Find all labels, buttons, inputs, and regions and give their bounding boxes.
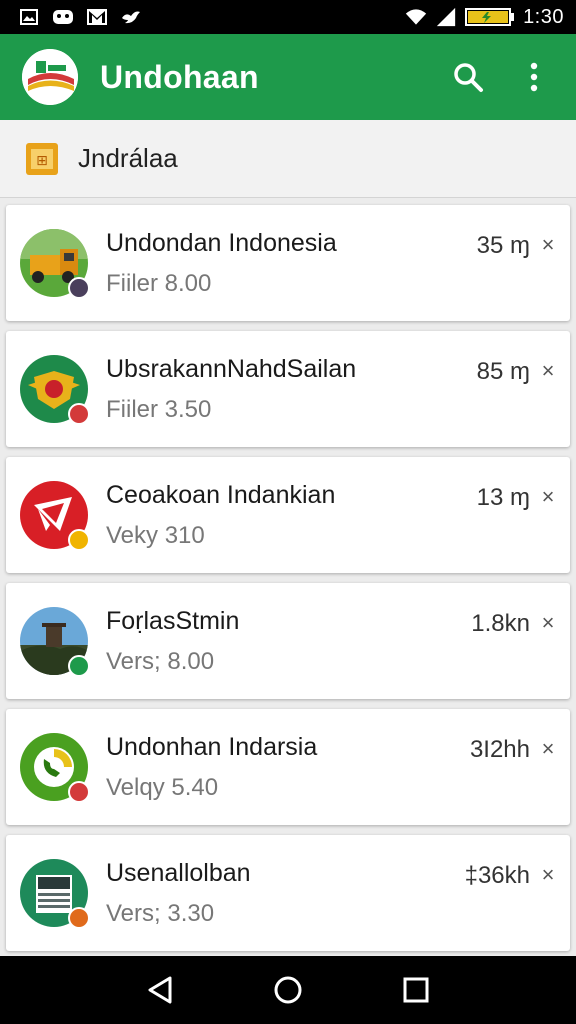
app-version: Vers; 3.30: [106, 899, 215, 927]
app-icon: [20, 859, 90, 929]
more-vert-icon[interactable]: [516, 59, 552, 95]
app-icon: [20, 733, 90, 803]
app-bar: Undohaan: [0, 34, 576, 120]
bird-icon: [120, 8, 142, 26]
app-title: Undohaan: [100, 58, 259, 95]
list-item[interactable]: FoṛlasStmin Vers; 8.00 1.8kn ×: [6, 583, 570, 699]
status-bar: 1:30: [0, 0, 576, 34]
close-icon[interactable]: ×: [538, 360, 558, 382]
close-icon[interactable]: ×: [538, 234, 558, 256]
app-size: 3I2hh: [469, 736, 530, 763]
status-badge: [68, 655, 90, 677]
app-version: Vers; 8.00: [106, 647, 215, 675]
clock: 1:30: [523, 5, 564, 28]
status-badge: [68, 277, 90, 299]
app-icon: [20, 229, 90, 299]
signal-icon: [435, 7, 457, 27]
app-list: Undondan Indonesia Fiiler 8.00 35 ɱ × Ub…: [6, 205, 570, 961]
app-icon: [20, 607, 90, 677]
status-badge: [68, 781, 90, 803]
close-icon[interactable]: ×: [538, 612, 558, 634]
battery-icon: [465, 8, 515, 26]
app-size: ‡36kh: [464, 862, 530, 889]
close-icon[interactable]: ×: [538, 738, 558, 760]
app-size: 13 ɱ: [476, 484, 530, 511]
app-size: 1.8kn: [471, 610, 530, 637]
status-badge: [68, 907, 90, 929]
app-logo[interactable]: [22, 49, 78, 105]
recents-icon[interactable]: [394, 968, 438, 1012]
app-version: Fiiler 3.50: [106, 395, 212, 423]
status-badge: [68, 529, 90, 551]
breadcrumb-label: Jndrálaa: [78, 143, 178, 173]
search-icon[interactable]: [450, 59, 486, 95]
breadcrumb[interactable]: ⊞ Jndrálaa: [0, 120, 576, 198]
game-icon: [52, 8, 74, 26]
gmail-icon: [86, 8, 108, 26]
close-icon[interactable]: ×: [538, 864, 558, 886]
list-item[interactable]: Undonhan Indarsia Velqy 5.40 3I2hh ×: [6, 709, 570, 825]
list-item[interactable]: Ceoakoan Indankian Veky 310 13 ɱ ×: [6, 457, 570, 573]
app-version: Veky 310: [106, 521, 205, 549]
app-icon: [20, 481, 90, 551]
app-size: 85 ɱ: [476, 358, 530, 385]
home-icon[interactable]: [266, 968, 310, 1012]
app-icon: [20, 355, 90, 425]
list-item[interactable]: Undondan Indonesia Fiiler 8.00 35 ɱ ×: [6, 205, 570, 321]
wifi-icon: [405, 8, 427, 26]
folder-app-icon: ⊞: [24, 141, 60, 177]
app-version: Velqy 5.40: [106, 773, 219, 801]
navigation-bar: [0, 956, 576, 1024]
list-item[interactable]: UbsrakannNahdSailan Fiiler 3.50 85 ɱ ×: [6, 331, 570, 447]
list-item[interactable]: Usenallolban Vers; 3.30 ‡36kh ×: [6, 835, 570, 951]
close-icon[interactable]: ×: [538, 486, 558, 508]
svg-text:⊞: ⊞: [36, 153, 48, 169]
image-icon: [18, 8, 40, 26]
back-icon[interactable]: [138, 968, 182, 1012]
app-size: 35 ɱ: [476, 232, 530, 259]
status-badge: [68, 403, 90, 425]
app-version: Fiiler 8.00: [106, 269, 212, 297]
